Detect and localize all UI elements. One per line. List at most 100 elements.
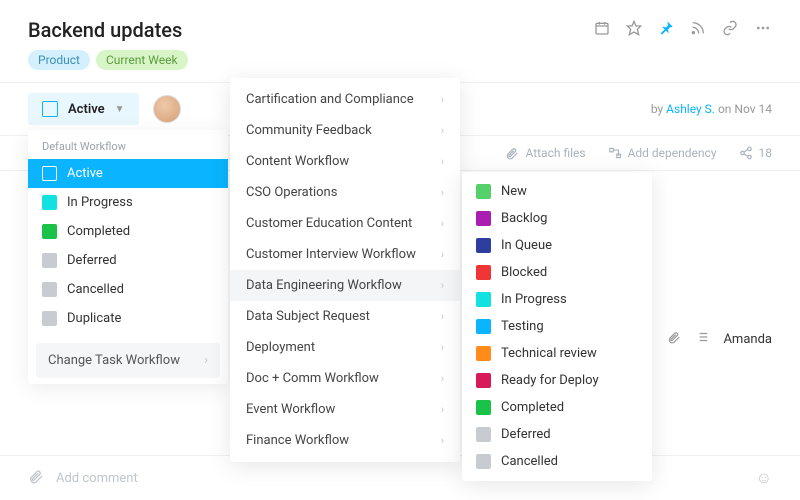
attachment-icon[interactable]	[667, 330, 681, 348]
status-option-label: Completed	[67, 224, 130, 239]
substatus-option[interactable]: Testing	[462, 313, 652, 340]
status-swatch	[476, 346, 491, 361]
substatus-option-label: Backlog	[501, 211, 547, 226]
workflow-option-label: Finance Workflow	[246, 433, 349, 448]
status-swatch	[476, 373, 491, 388]
status-checkbox[interactable]	[42, 101, 58, 117]
comment-input[interactable]: Add comment	[56, 471, 138, 486]
substatus-option-label: Technical review	[501, 346, 597, 361]
status-option[interactable]: Cancelled	[28, 275, 228, 304]
status-option[interactable]: In Progress	[28, 188, 228, 217]
workflow-option[interactable]: Data Engineering Workflow ›	[230, 270, 460, 301]
assignee-name[interactable]: Amanda	[723, 332, 772, 347]
calendar-icon[interactable]	[594, 20, 610, 40]
list-icon[interactable]	[695, 330, 709, 348]
attach-files-button[interactable]: Attach files	[505, 146, 585, 160]
substatus-option[interactable]: Technical review	[462, 340, 652, 367]
status-option[interactable]: Duplicate	[28, 304, 228, 333]
substatus-option-label: Ready for Deploy	[501, 373, 599, 388]
substatus-option-label: Testing	[501, 319, 544, 334]
workflow-option-label: Data Subject Request	[246, 309, 370, 324]
status-swatch	[476, 427, 491, 442]
chevron-right-icon: ›	[441, 124, 444, 137]
workflow-option[interactable]: Customer Interview Workflow ›	[230, 239, 460, 270]
substatus-option-label: In Progress	[501, 292, 567, 307]
workflow-option-label: Community Feedback	[246, 123, 372, 138]
rss-icon[interactable]	[690, 20, 706, 40]
status-swatch	[476, 211, 491, 226]
byline-author[interactable]: Ashley S.	[666, 102, 715, 116]
status-list-header: Default Workflow	[28, 130, 228, 159]
chevron-right-icon: ›	[441, 186, 444, 199]
substatus-option-label: New	[501, 184, 527, 199]
pin-icon[interactable]	[658, 20, 674, 40]
workflow-option[interactable]: Cartification and Compliance›	[230, 84, 460, 115]
page-title: Backend updates	[28, 18, 182, 42]
star-icon[interactable]	[626, 20, 642, 40]
status-swatch	[42, 166, 57, 181]
substatus-option[interactable]: Ready for Deploy	[462, 367, 652, 394]
substatus-option[interactable]: Cancelled	[462, 448, 652, 475]
tag-current-week[interactable]: Current Week	[96, 50, 188, 70]
status-swatch	[476, 454, 491, 469]
status-option[interactable]: Deferred	[28, 246, 228, 275]
status-option[interactable]: Completed	[28, 217, 228, 246]
workflow-option[interactable]: Finance Workflow ›	[230, 425, 460, 456]
chevron-right-icon: ›	[441, 248, 444, 261]
workflow-option[interactable]: Community Feedback ›	[230, 115, 460, 146]
substatus-option-label: In Queue	[501, 238, 552, 253]
status-option-label: Duplicate	[67, 311, 121, 326]
substatus-list-dropdown: New Backlog In Queue Blocked In Progress Test…	[462, 172, 652, 481]
status-swatch	[476, 184, 491, 199]
workflow-list-dropdown: Cartification and Compliance›Community F…	[230, 78, 460, 462]
link-icon[interactable]	[722, 20, 738, 40]
chevron-right-icon: ›	[441, 279, 444, 292]
status-list-dropdown: Default Workflow ActiveIn Progress Comple…	[28, 130, 228, 384]
workflow-option[interactable]: Customer Education Content›	[230, 208, 460, 239]
workflow-option[interactable]: Event Workflow›	[230, 394, 460, 425]
chevron-right-icon: ›	[204, 353, 208, 368]
status-swatch	[42, 253, 57, 268]
status-option[interactable]: Active	[28, 159, 228, 188]
attachment-icon[interactable]	[28, 468, 44, 488]
substatus-option-label: Cancelled	[501, 454, 558, 469]
status-option-label: Cancelled	[67, 282, 124, 297]
substatus-option[interactable]: Completed	[462, 394, 652, 421]
chevron-right-icon: ›	[441, 341, 444, 354]
status-swatch	[42, 311, 57, 326]
substatus-option-label: Completed	[501, 400, 564, 415]
substatus-option[interactable]: Blocked	[462, 259, 652, 286]
more-icon[interactable]	[754, 20, 772, 40]
chevron-right-icon: ›	[441, 434, 444, 447]
status-swatch	[42, 195, 57, 210]
workflow-option-label: Customer Interview Workflow	[246, 247, 416, 262]
share-count[interactable]: 18	[739, 146, 773, 160]
substatus-option[interactable]: New	[462, 178, 652, 205]
tag-product[interactable]: Product	[28, 50, 90, 70]
header-actions	[594, 20, 772, 40]
emoji-icon[interactable]: ☺	[756, 468, 772, 488]
workflow-option[interactable]: CSO Operations›	[230, 177, 460, 208]
status-swatch	[42, 282, 57, 297]
workflow-option-label: Data Engineering Workflow	[246, 278, 402, 293]
status-dropdown[interactable]: Active ▼	[28, 93, 139, 125]
workflow-option-label: Event Workflow	[246, 402, 335, 417]
substatus-option[interactable]: In Progress	[462, 286, 652, 313]
workflow-option[interactable]: Doc + Comm Workflow ›	[230, 363, 460, 394]
status-swatch	[42, 224, 57, 239]
workflow-option[interactable]: Deployment ›	[230, 332, 460, 363]
workflow-option-label: Doc + Comm Workflow	[246, 371, 379, 386]
workflow-option-label: Deployment	[246, 340, 315, 355]
workflow-option-label: Customer Education Content	[246, 216, 412, 231]
status-current-label: Active	[68, 102, 105, 117]
status-swatch	[476, 400, 491, 415]
substatus-option[interactable]: In Queue	[462, 232, 652, 259]
add-dependency-button[interactable]: Add dependency	[608, 146, 717, 160]
chevron-right-icon: ›	[441, 372, 444, 385]
change-workflow-button[interactable]: Change Task Workflow ›	[36, 343, 220, 378]
avatar[interactable]	[153, 95, 181, 123]
substatus-option[interactable]: Deferred	[462, 421, 652, 448]
substatus-option[interactable]: Backlog	[462, 205, 652, 232]
workflow-option[interactable]: Content Workflow›	[230, 146, 460, 177]
workflow-option[interactable]: Data Subject Request›	[230, 301, 460, 332]
